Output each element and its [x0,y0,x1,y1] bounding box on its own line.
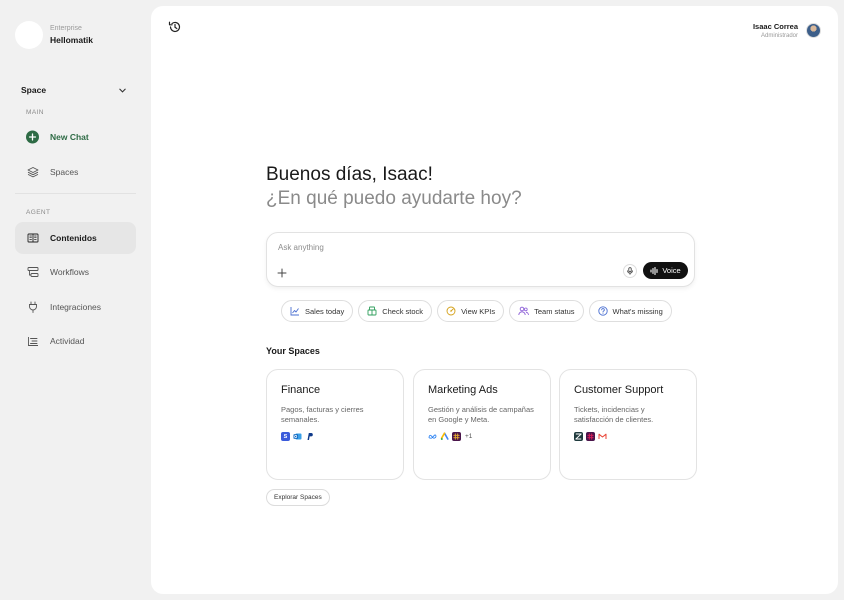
sidebar-item-spaces[interactable]: Spaces [15,156,136,188]
meta-icon [428,432,437,441]
sidebar-item-label: Contenidos [50,233,97,243]
explore-spaces-button[interactable]: Explorar Spaces [266,489,330,506]
space-card-title: Marketing Ads [428,384,498,396]
org-tier: Enterprise [50,25,82,32]
org-switcher[interactable]: Enterprise Hellomatik [15,21,93,49]
google-ads-icon [440,432,449,441]
chip-check-stock[interactable]: Check stock [358,300,433,322]
space-card-description: Pagos, facturas y cierres semanales. [281,405,364,424]
space-card-apps: S [281,432,389,441]
space-card-marketing-ads[interactable]: Marketing Ads Gestión y análisis de camp… [413,369,551,480]
user-menu[interactable]: Isaac Correa Administrador [753,22,821,39]
space-selector[interactable]: Space [21,85,127,95]
paypal-icon [305,432,314,441]
voice-button[interactable]: Voice [643,262,688,279]
users-icon [518,306,529,316]
space-card-more-count: +1 [465,433,473,440]
sidebar: Enterprise Hellomatik Space MAIN New Cha… [0,0,150,600]
chip-sales-today[interactable]: Sales today [281,300,354,322]
greeting: Buenos días, Isaac! ¿En qué puedo ayudar… [266,163,522,211]
slack-icon [586,432,595,441]
sidebar-item-label: New Chat [50,132,89,142]
suggestion-chips: Sales today Check stock View KPIs Team s… [281,300,677,322]
chevron-down-icon [119,88,126,93]
plug-icon [26,301,39,314]
greeting-title: Buenos días, Isaac! [266,164,433,185]
chart-icon [290,307,299,316]
user-name: Isaac Correa [752,22,798,31]
space-card-apps: +1 [428,432,536,441]
greeting-subtitle: ¿En qué puedo ayudarte hoy? [266,188,522,209]
chip-label: Sales today [305,306,345,316]
chip-view-kpis[interactable]: View KPIs [437,300,505,322]
prompt-input[interactable] [278,243,618,252]
section-label-main: MAIN [26,109,44,116]
sidebar-item-label: Actividad [50,336,85,346]
chip-label: What's missing [612,306,663,316]
layers-icon [26,166,39,179]
sidebar-item-contenidos[interactable]: Contenidos [15,222,136,254]
section-label-agent: AGENT [26,209,51,216]
user-role: Administrador [760,33,798,39]
space-card-title: Customer Support [574,384,664,396]
gmail-icon [598,432,607,441]
space-card-customer-support[interactable]: Customer Support Tickets, incidencias y … [559,369,697,480]
question-icon [597,306,608,316]
chip-label: Check stock [382,306,424,316]
waveform-icon [650,266,658,275]
org-logo [15,21,43,49]
prompt-box: Voice [266,232,695,287]
sidebar-item-integraciones[interactable]: Integraciones [15,291,136,323]
book-icon [26,232,39,245]
slack-icon [452,432,461,441]
space-card-title: Finance [281,384,321,396]
workflow-icon [26,266,39,279]
voice-button-label: Voice [662,266,681,275]
stripe-icon: S [281,432,290,441]
plus-circle-icon [26,130,39,144]
space-selector-label: Space [21,85,47,95]
history-icon[interactable] [168,20,182,34]
box-icon [367,306,377,316]
your-spaces-title: Your Spaces [266,346,320,356]
org-name: Hellomatik [50,35,93,45]
space-card-description: Tickets, incidencias y satisfacción de c… [574,405,654,424]
sidebar-item-workflows[interactable]: Workflows [15,256,136,288]
sidebar-item-label: Workflows [50,267,90,277]
sidebar-item-actividad[interactable]: Actividad [15,325,136,357]
space-card-finance[interactable]: Finance Pagos, facturas y cierres semana… [266,369,404,480]
attach-plus-icon[interactable] [277,265,287,278]
zendesk-icon [574,432,583,441]
sidebar-item-label: Spaces [50,167,79,177]
list-icon [26,335,39,348]
sidebar-divider [15,193,136,194]
main-panel: Isaac Correa Administrador Buenos días, … [151,6,838,594]
mic-icon[interactable] [623,264,637,278]
space-card-description: Gestión y análisis de campañas en Google… [428,405,534,424]
chip-label: Team status [534,306,575,316]
gauge-icon [446,306,456,316]
chip-whats-missing[interactable]: What's missing [588,300,672,322]
sidebar-item-label: Integraciones [50,302,102,312]
avatar[interactable] [806,23,821,38]
outlook-icon [293,432,302,441]
space-card-apps [574,432,682,441]
chip-label: View KPIs [461,306,496,316]
chip-team-status[interactable]: Team status [509,300,584,322]
sidebar-item-new-chat[interactable]: New Chat [15,121,136,153]
